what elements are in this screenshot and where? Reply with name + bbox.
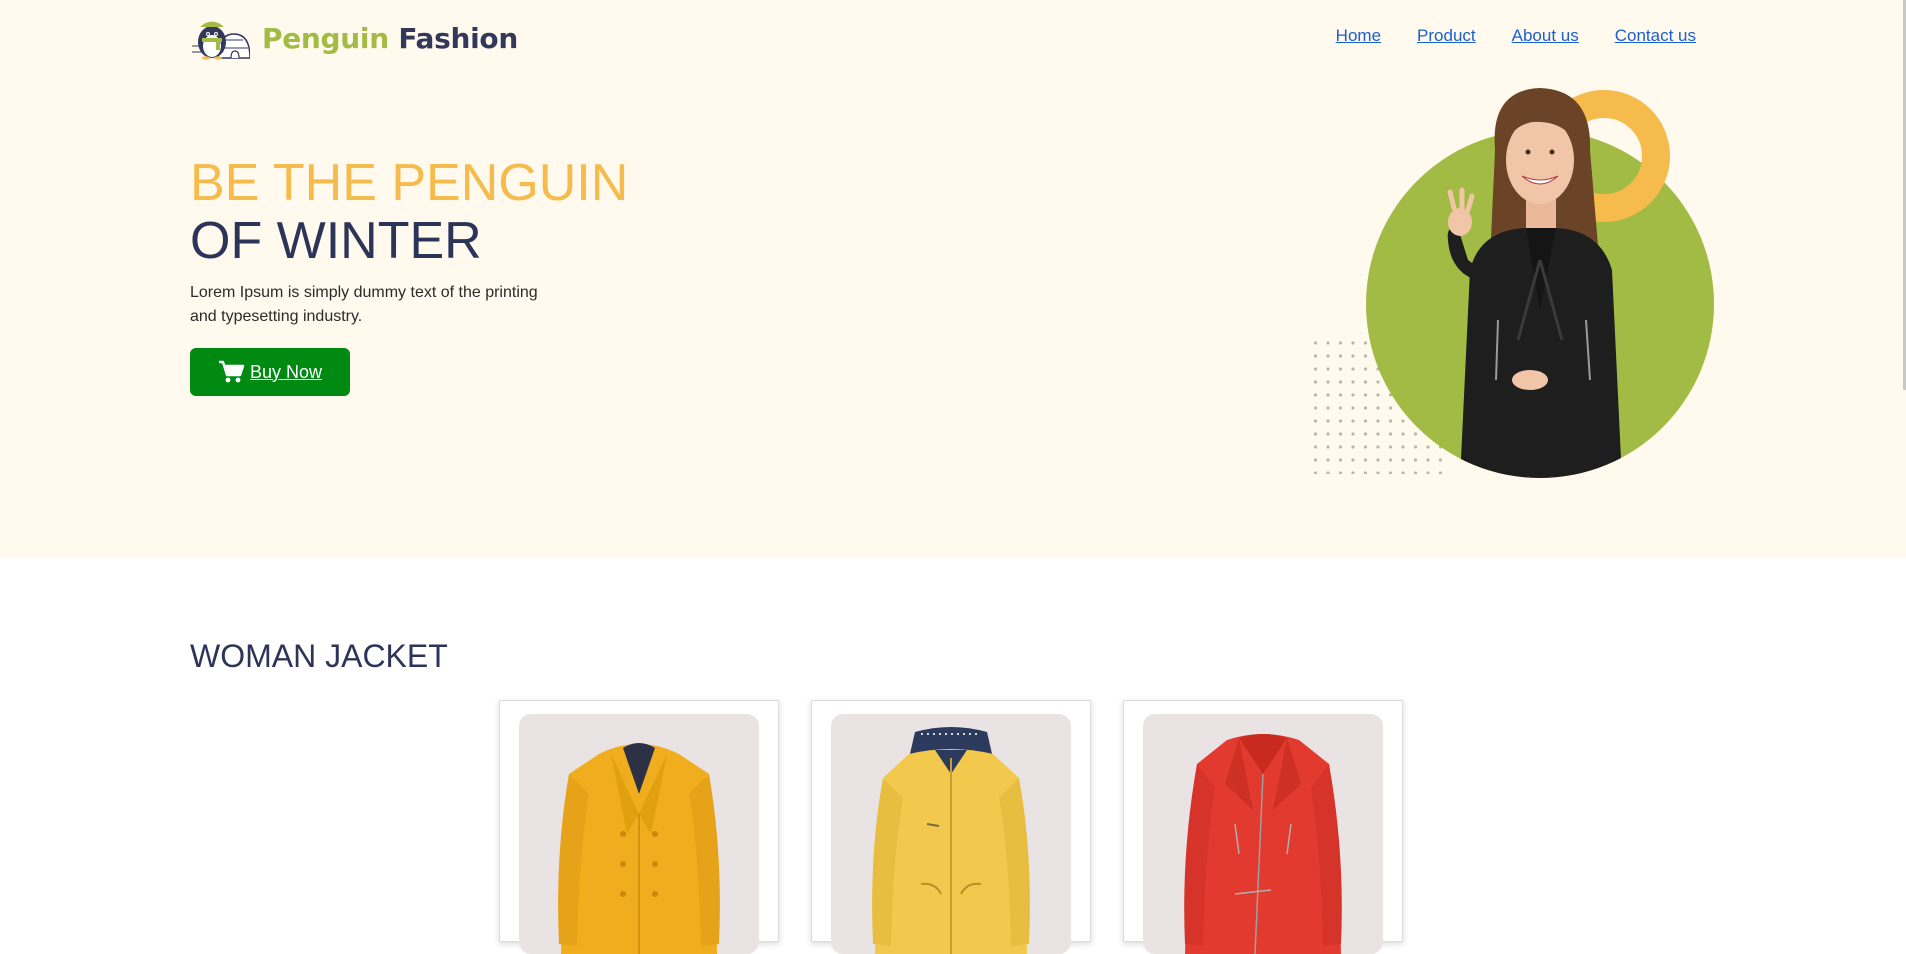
section-title: WOMAN JACKET <box>190 638 448 674</box>
nav-link-about-us[interactable]: About us <box>1512 26 1579 46</box>
brand-name: Penguin Fashion <box>262 22 518 55</box>
product-card[interactable] <box>811 700 1091 954</box>
product-image-yellow-pea-coat <box>519 714 759 954</box>
buy-now-button[interactable]: Buy Now <box>190 348 350 396</box>
cart-icon <box>218 360 245 383</box>
brand-name-part1: Penguin <box>262 21 389 55</box>
buy-now-label: Buy Now <box>249 361 323 382</box>
hero-headline-line1: BE THE PENGUIN <box>190 154 629 212</box>
yellow-coat-image <box>558 743 720 954</box>
penguin-igloo-icon <box>192 21 250 60</box>
logo[interactable]: Penguin Fashion <box>190 14 518 62</box>
nav-link-home[interactable]: Home <box>1336 26 1381 46</box>
yellow-hooded-jacket-image <box>872 727 1030 954</box>
brand-name-part2: Fashion <box>398 21 518 55</box>
product-card[interactable] <box>1123 700 1403 954</box>
main-nav: Home Product About us Contact us <box>1336 26 1696 46</box>
red-leather-jacket-image <box>1184 734 1342 954</box>
product-image-yellow-hooded-jacket <box>831 714 1071 954</box>
hero-section: Penguin Fashion Home Product About us Co… <box>0 0 1906 558</box>
nav-link-product[interactable]: Product <box>1417 26 1476 46</box>
product-card[interactable] <box>499 700 779 954</box>
hero-headline-line2: OF WINTER <box>190 212 482 270</box>
nav-link-contact-us[interactable]: Contact us <box>1615 26 1696 46</box>
product-image-red-leather-jacket <box>1143 714 1383 954</box>
hero-model-image <box>1312 88 1714 478</box>
hero-description: Lorem Ipsum is simply dummy text of the … <box>190 284 538 325</box>
